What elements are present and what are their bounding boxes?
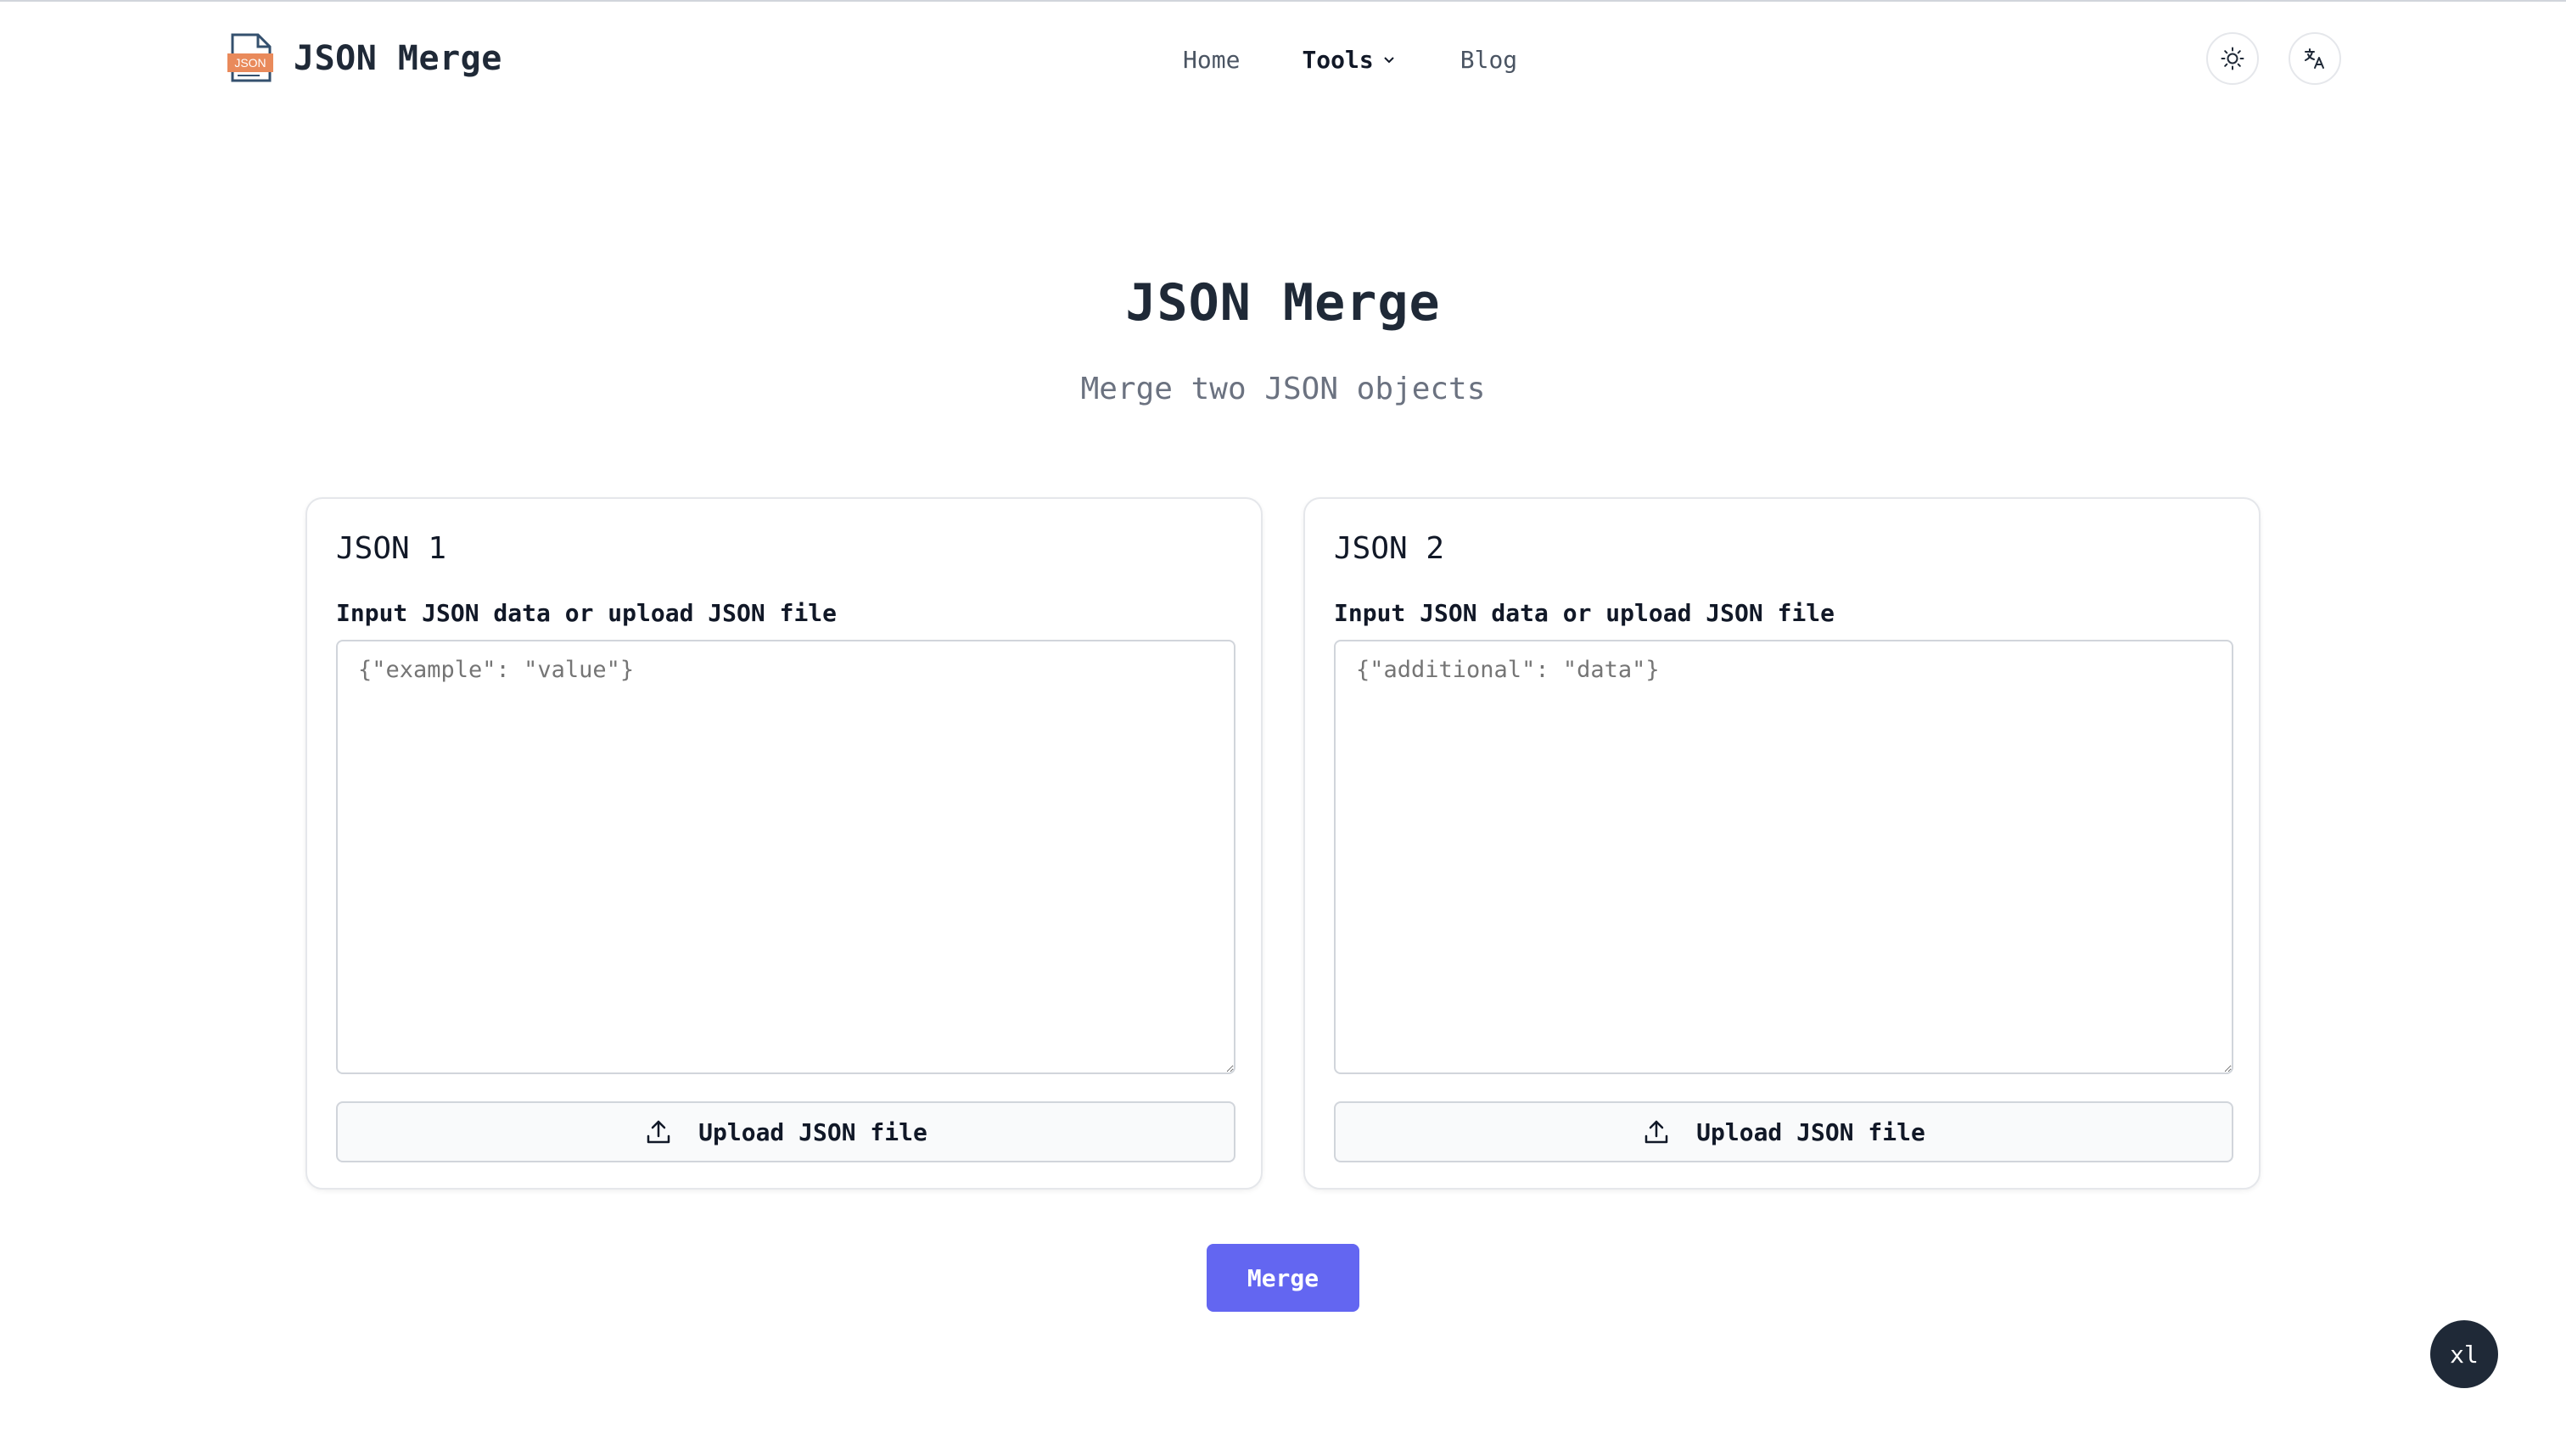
card-title: JSON 1: [336, 531, 447, 566]
brand-link[interactable]: JSON JSON Merge: [226, 31, 502, 87]
translate-icon: [2305, 48, 2324, 69]
upload-json-2-button[interactable]: Upload JSON file: [1334, 1101, 2233, 1162]
page: JSON JSON Merge Home Tools Blog JSON Mer…: [0, 0, 2566, 1456]
nav-tools-label: Tools: [1302, 45, 1374, 74]
site-header: JSON JSON Merge Home Tools Blog: [0, 0, 2566, 119]
breakpoint-badge[interactable]: xl: [2430, 1320, 2498, 1388]
upload-button-label: Upload JSON file: [1696, 1117, 1925, 1146]
json-2-card: JSON 2 Input JSON data or upload JSON fi…: [1303, 497, 2261, 1190]
sun-icon: [2221, 47, 2244, 70]
logo-text: JSON: [234, 56, 266, 70]
upload-button-label: Upload JSON file: [698, 1117, 927, 1146]
input-label: Input JSON data or upload JSON file: [336, 599, 838, 627]
page-subtitle: Merge two JSON objects: [1080, 372, 1486, 406]
upload-json-1-button[interactable]: Upload JSON file: [336, 1101, 1235, 1162]
page-title: JSON Merge: [1125, 273, 1441, 333]
language-button[interactable]: [2289, 32, 2341, 85]
upload-icon: [1642, 1117, 1671, 1146]
merge-button[interactable]: Merge: [1207, 1244, 1359, 1312]
nav-blog[interactable]: Blog: [1460, 46, 1517, 74]
json-1-card: JSON 1 Input JSON data or upload JSON fi…: [305, 497, 1263, 1190]
upload-icon: [644, 1117, 673, 1146]
nav-home[interactable]: Home: [1183, 46, 1240, 74]
chevron-down-icon: [1384, 57, 1394, 64]
json-2-input[interactable]: [1334, 640, 2233, 1074]
theme-toggle-button[interactable]: [2206, 32, 2259, 85]
json-file-icon: JSON: [226, 31, 277, 86]
input-label: Input JSON data or upload JSON file: [1334, 599, 1835, 627]
brand-name: JSON Merge: [294, 39, 502, 78]
nav-tools-dropdown[interactable]: Tools: [1302, 46, 1395, 74]
main-nav: Home Tools Blog: [1183, 41, 1517, 78]
json-1-input[interactable]: [336, 640, 1235, 1074]
card-title: JSON 2: [1334, 531, 1445, 566]
